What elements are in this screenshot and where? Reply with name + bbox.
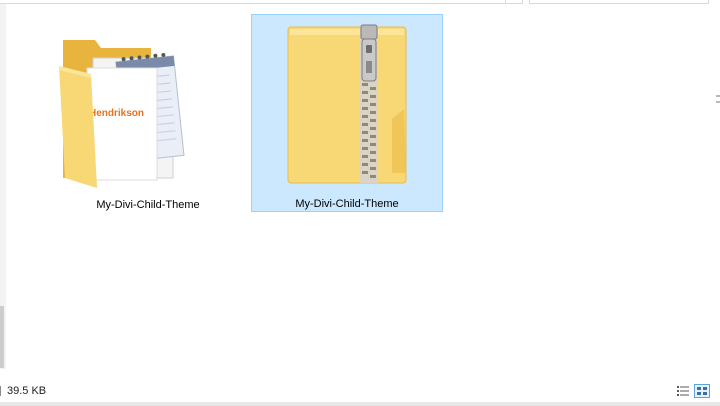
folder-with-document-icon: Hendrikson (59, 40, 185, 188)
file-list-area[interactable]: Hendrikson My-Divi-Child-Theme My-Divi-C… (6, 4, 720, 380)
status-bar: 39.5 KB (0, 380, 720, 402)
file-item-zip-selected[interactable]: My-Divi-Child-Theme (251, 14, 443, 212)
status-separator (0, 386, 1, 396)
large-icons-view-icon (697, 387, 707, 395)
file-item-folder[interactable]: Hendrikson My-Divi-Child-Theme (52, 15, 244, 213)
large-icons-view-button[interactable] (694, 384, 710, 398)
zipped-folder-icon (287, 24, 407, 184)
selected-size-text: 39.5 KB (7, 385, 47, 397)
address-dropdown-button[interactable] (505, 0, 522, 3)
window-bottom-border (0, 402, 720, 406)
details-view-icon (677, 386, 689, 396)
file-name-label: My-Divi-Child-Theme (96, 199, 200, 211)
navigation-scrollbar-thumb[interactable] (0, 306, 4, 368)
right-splitter[interactable] (716, 95, 720, 113)
details-view-button[interactable] (675, 384, 691, 398)
folder-thumbnail-logo: Hendrikson (89, 108, 144, 119)
file-name-label: My-Divi-Child-Theme (295, 198, 399, 210)
